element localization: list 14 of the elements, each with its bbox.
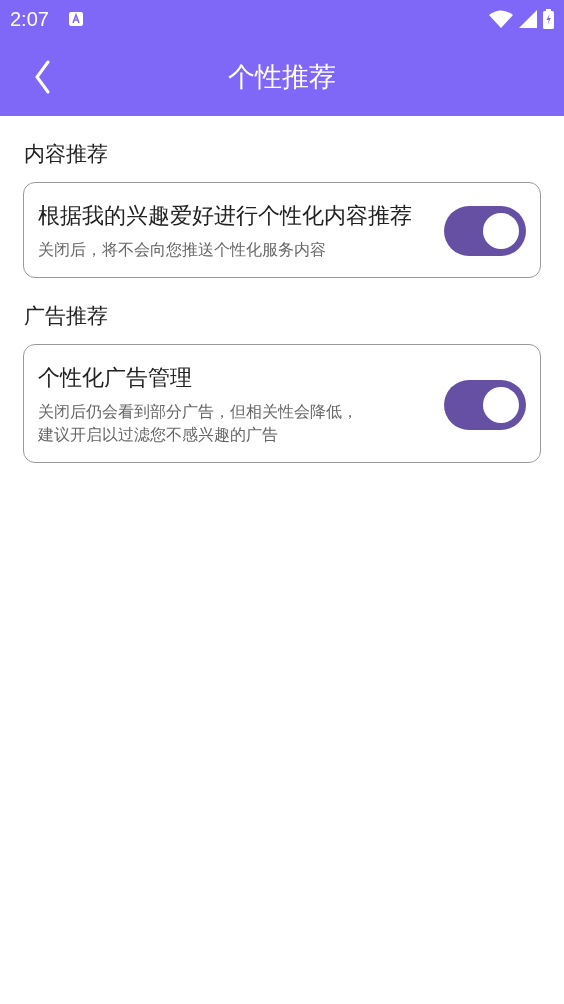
keyboard-notification-icon [68, 12, 83, 26]
section-heading: 广告推荐 [24, 303, 109, 331]
page-title: 个性推荐 [228, 60, 336, 94]
setting-title: 个性化广告管理 [38, 364, 193, 393]
toggle-switch[interactable] [444, 379, 526, 430]
wifi-icon [489, 10, 513, 28]
toggle-switch[interactable] [444, 206, 526, 257]
battery-icon [543, 9, 554, 29]
signal-icon [519, 10, 537, 28]
setting-description: 关闭后仍会看到部分广告，但相关性会降低， 建议开启以过滤您不感兴趣的广告 [38, 401, 359, 446]
status-time: 2:07 [10, 7, 49, 31]
setting-description: 关闭后，将不会向您推送个性化服务内容 [38, 239, 327, 261]
setting-title: 根据我的兴趣爱好进行个性化内容推荐 [38, 202, 413, 230]
section-heading: 内容推荐 [24, 141, 109, 168]
